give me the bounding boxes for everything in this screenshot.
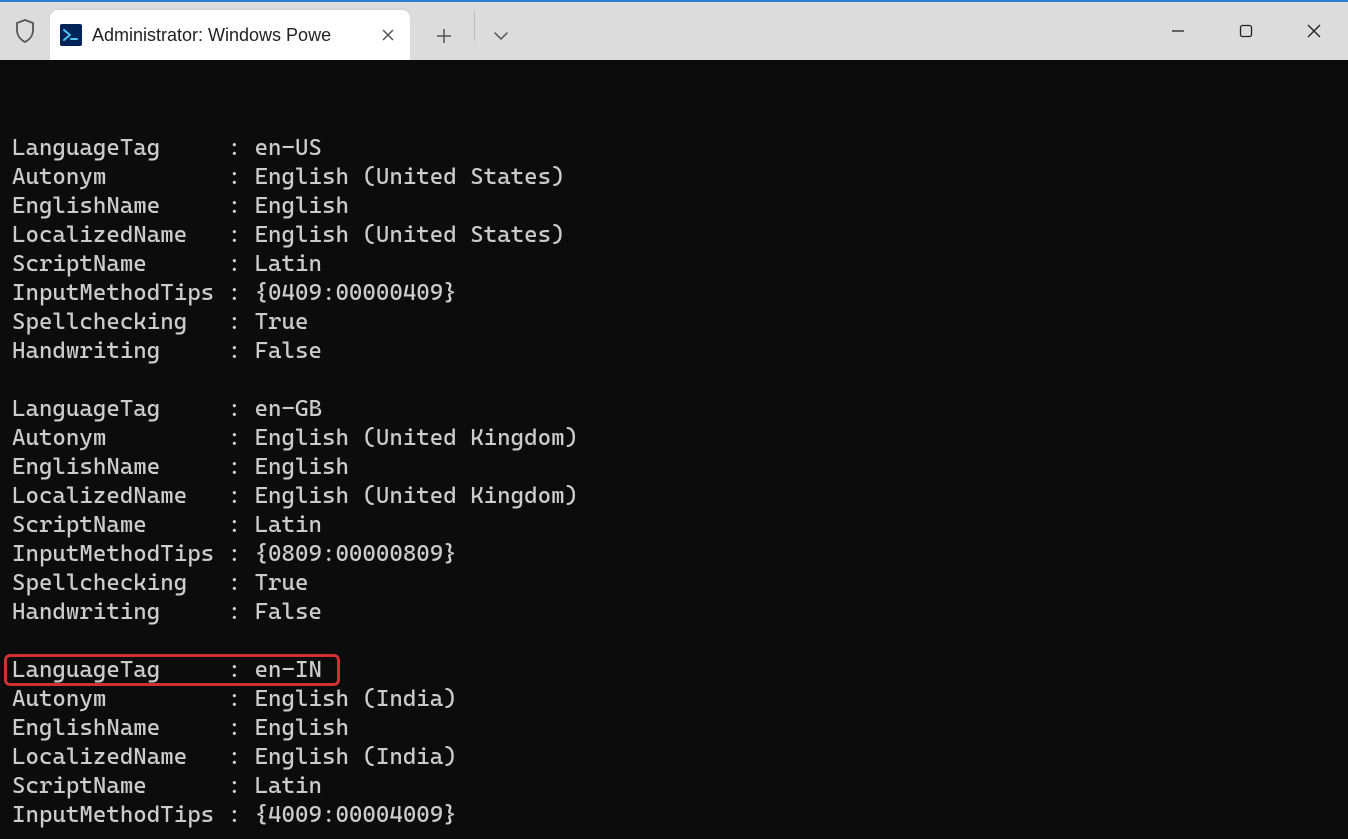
tab-dropdown-button[interactable]: [481, 12, 521, 60]
titlebar: Administrator: Windows Powe: [0, 2, 1348, 60]
output-row-spellchecking: Spellchecking : True: [12, 308, 1348, 337]
output-row-localizedname: LocalizedName : English (United States): [12, 221, 1348, 250]
output-row-englishname: EnglishName : English: [12, 453, 1348, 482]
output-row-handwriting: Handwriting : False: [12, 598, 1348, 627]
tab-title: Administrator: Windows Powe: [92, 25, 366, 46]
window-controls: [1144, 2, 1348, 60]
output-row-autonym: Autonym : English (United Kingdom): [12, 424, 1348, 453]
new-tab-button[interactable]: [420, 12, 468, 60]
output-row-spellchecking: Spellchecking : True: [12, 569, 1348, 598]
output-row-englishname: EnglishName : English: [12, 714, 1348, 743]
output-row-inputmethodtips: InputMethodTips : {0409:00000409}: [12, 279, 1348, 308]
output-row-localizedname: LocalizedName : English (India): [12, 743, 1348, 772]
maximize-button[interactable]: [1212, 7, 1280, 55]
output-row-inputmethodtips: InputMethodTips : {4009:00004009}: [12, 801, 1348, 830]
output-row-autonym: Autonym : English (United States): [12, 163, 1348, 192]
minimize-button[interactable]: [1144, 7, 1212, 55]
output-row-inputmethodtips: InputMethodTips : {0809:00000809}: [12, 540, 1348, 569]
powershell-icon: [60, 24, 82, 46]
output-row-languagetag: LanguageTag : en-IN: [12, 656, 1348, 685]
close-button[interactable]: [1280, 7, 1348, 55]
output-row-localizedname: LocalizedName : English (United Kingdom): [12, 482, 1348, 511]
output-block: LanguageTag : en-USAutonym : English (Un…: [12, 134, 1348, 366]
tab-powershell[interactable]: Administrator: Windows Powe: [50, 10, 410, 60]
output-row-scriptname: ScriptName : Latin: [12, 250, 1348, 279]
terminal-output[interactable]: LanguageTag : en-USAutonym : English (Un…: [0, 60, 1348, 839]
output-row-scriptname: ScriptName : Latin: [12, 511, 1348, 540]
output-row-autonym: Autonym : English (India): [12, 685, 1348, 714]
tab-close-button[interactable]: [376, 23, 400, 47]
output-row-englishname: EnglishName : English: [12, 192, 1348, 221]
output-block: LanguageTag : en-GBAutonym : English (Un…: [12, 395, 1348, 627]
output-block: LanguageTag : en-INAutonym : English (In…: [12, 656, 1348, 830]
output-row-scriptname: ScriptName : Latin: [12, 772, 1348, 801]
output-row-languagetag: LanguageTag : en-US: [12, 134, 1348, 163]
output-row-languagetag: LanguageTag : en-GB: [12, 395, 1348, 424]
shield-icon: [0, 2, 50, 60]
app-window: Administrator: Windows Powe LanguageTag …: [0, 0, 1348, 839]
output-row-handwriting: Handwriting : False: [12, 337, 1348, 366]
divider: [474, 11, 475, 41]
